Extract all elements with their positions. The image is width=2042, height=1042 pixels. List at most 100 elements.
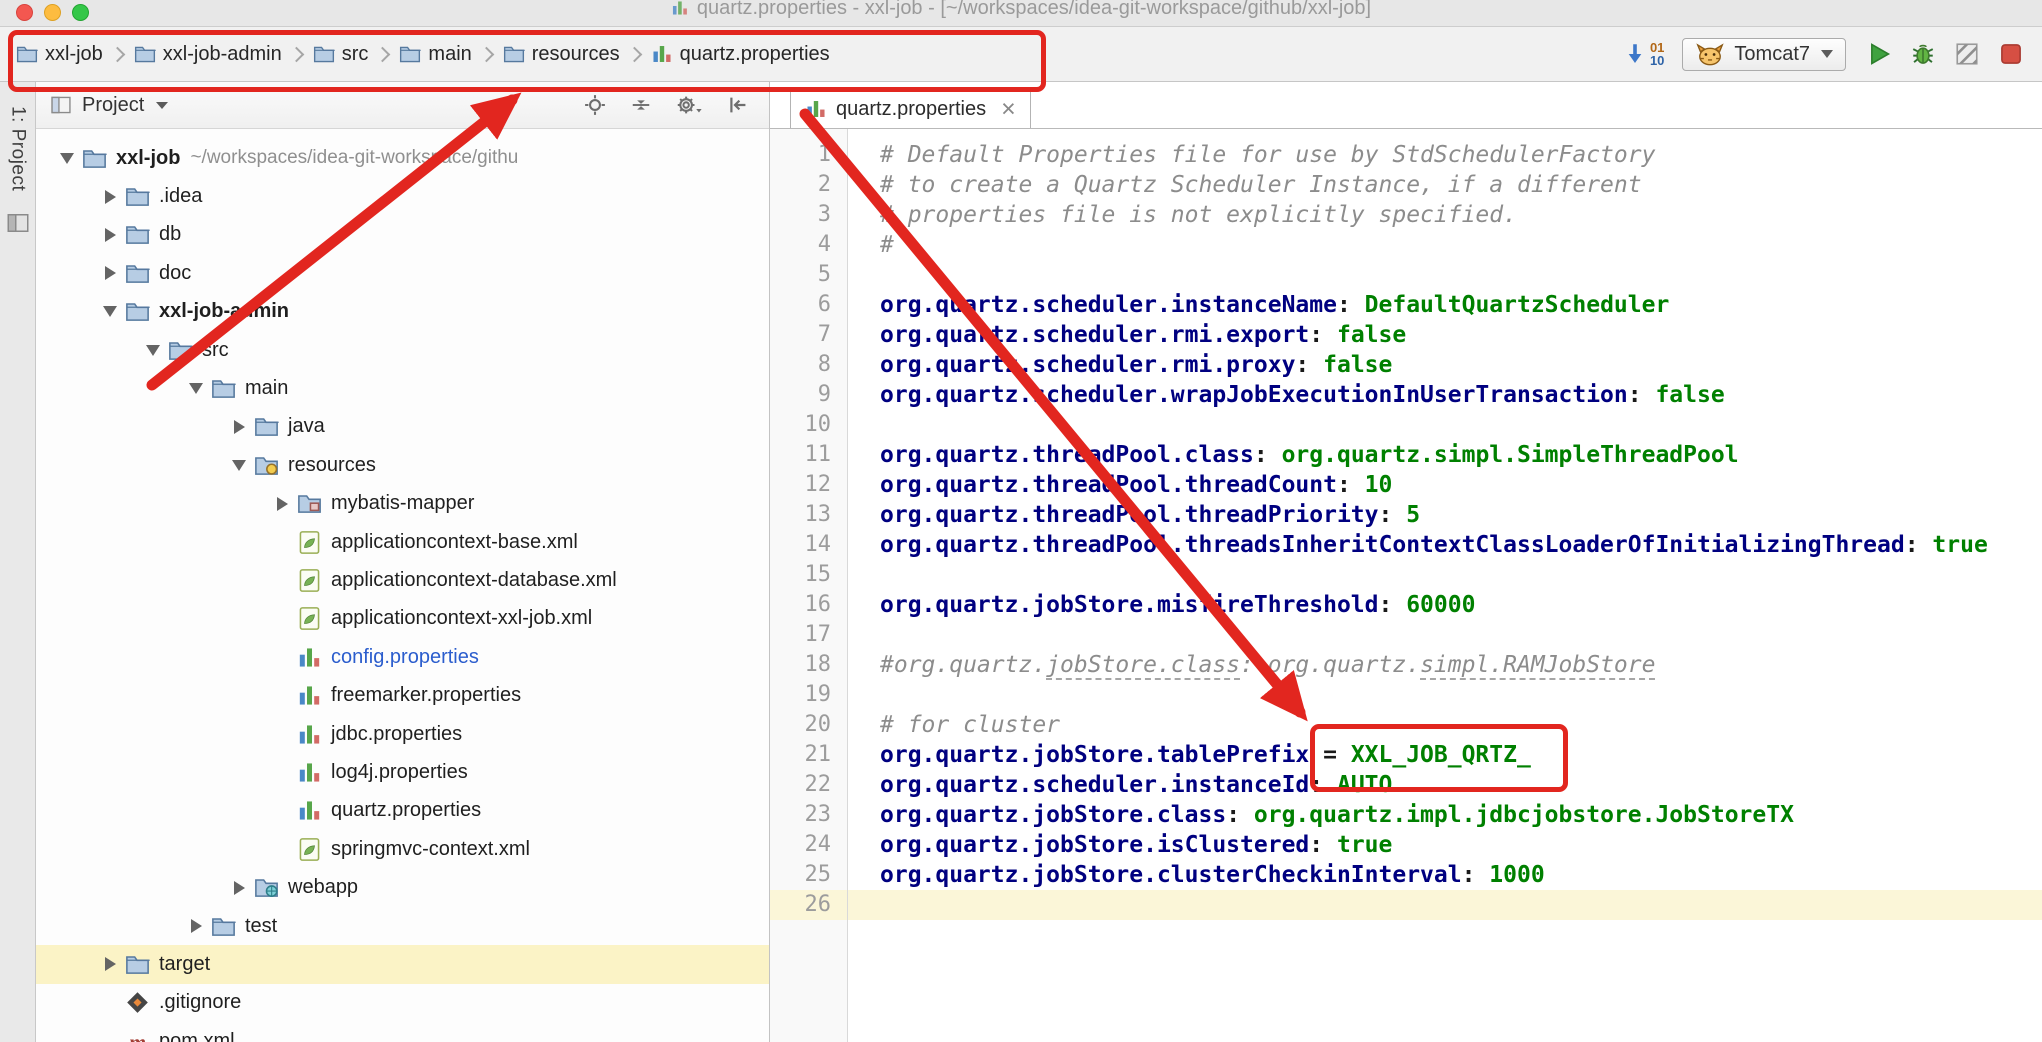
folder-icon [254, 414, 279, 439]
tab-quartz-properties[interactable]: quartz.properties × [790, 89, 1031, 128]
breadcrumb-src[interactable]: src [313, 43, 369, 66]
tree-chevron-down-icon[interactable] [52, 153, 82, 164]
tree-item-db[interactable]: db [36, 216, 769, 254]
tree-item-java[interactable]: java [36, 408, 769, 446]
tree-item-jdbc.properties[interactable]: jdbc.properties [36, 715, 769, 753]
locate-button[interactable] [584, 94, 606, 116]
tree-chevron-right-icon[interactable] [224, 420, 254, 434]
tree-item-config.properties[interactable]: config.properties [36, 638, 769, 676]
code-line-17[interactable] [848, 620, 2042, 650]
tree-item-springmvc-context.xml[interactable]: springmvc-context.xml [36, 830, 769, 868]
editor-tabs: quartz.properties × [770, 82, 2042, 129]
tree-item-src[interactable]: src [36, 331, 769, 369]
collapse-all-button[interactable] [630, 94, 652, 116]
code-token: #org.quartz. [880, 652, 1046, 678]
debug-button[interactable] [1908, 39, 1938, 69]
tree-item-test[interactable]: test [36, 907, 769, 945]
run-configuration-select[interactable]: Tomcat7 [1682, 38, 1846, 71]
tree-chevron-right-icon[interactable] [95, 957, 125, 971]
hide-button[interactable] [727, 94, 749, 116]
close-tab-icon[interactable]: × [1001, 97, 1016, 122]
project-panel-title[interactable]: Project [82, 94, 144, 117]
properties-icon [297, 683, 322, 708]
code-line-4[interactable]: # [848, 230, 2042, 260]
tree-item-applicationcontext-xxl-job.xml[interactable]: applicationcontext-xxl-job.xml [36, 600, 769, 638]
tree-chevron-right-icon[interactable] [224, 881, 254, 895]
tree-item-quartz.properties[interactable]: quartz.properties [36, 792, 769, 830]
tree-item-webapp[interactable]: webapp [36, 868, 769, 906]
tree-item-.gitignore[interactable]: .gitignore [36, 984, 769, 1022]
code-line-9[interactable]: org.quartz.scheduler.wrapJobExecutionInU… [848, 380, 2042, 410]
tree-item-freemarker.properties[interactable]: freemarker.properties [36, 676, 769, 714]
zoom-window-button[interactable] [72, 4, 89, 21]
panel-view-chevron-icon[interactable] [156, 102, 168, 109]
incoming-changes-indicator[interactable]: 01 10 [1623, 41, 1664, 67]
code-line-21[interactable]: org.quartz.jobStore.tablePrefix = XXL_JO… [848, 740, 2042, 770]
breadcrumb-main[interactable]: main [399, 43, 471, 66]
tree-item-xxl-job[interactable]: xxl-job~/workspaces/idea-git-workspace/g… [36, 139, 769, 177]
tree-item-main[interactable]: main [36, 369, 769, 407]
breadcrumb-quartz.properties[interactable]: quartz.properties [651, 43, 830, 66]
folder-icon [125, 184, 150, 209]
tree-item-resources[interactable]: resources [36, 446, 769, 484]
code-line-12[interactable]: org.quartz.threadPool.threadCount: 10 [848, 470, 2042, 500]
code-line-19[interactable] [848, 680, 2042, 710]
run-button[interactable] [1864, 39, 1894, 69]
line-number: 3 [770, 200, 847, 230]
settings-button[interactable] [676, 94, 703, 116]
stop-icon [1998, 41, 2024, 67]
tree-item-mybatis-mapper[interactable]: mybatis-mapper [36, 485, 769, 523]
tree-chevron-down-icon[interactable] [224, 460, 254, 471]
code-line-10[interactable] [848, 410, 2042, 440]
tree-chevron-down-icon[interactable] [95, 306, 125, 317]
code-line-15[interactable] [848, 560, 2042, 590]
code-line-23[interactable]: org.quartz.jobStore.class: org.quartz.im… [848, 800, 2042, 830]
tree-item-log4j.properties[interactable]: log4j.properties [36, 753, 769, 791]
tree-chevron-right-icon[interactable] [181, 919, 211, 933]
code-line-11[interactable]: org.quartz.threadPool.class: org.quartz.… [848, 440, 2042, 470]
code-line-25[interactable]: org.quartz.jobStore.clusterCheckinInterv… [848, 860, 2042, 890]
tree-item-applicationcontext-database.xml[interactable]: applicationcontext-database.xml [36, 561, 769, 599]
breadcrumb-xxl-job[interactable]: xxl-job [16, 43, 103, 66]
code-line-26[interactable] [848, 890, 2042, 920]
tree-chevron-right-icon[interactable] [95, 190, 125, 204]
code-line-22[interactable]: org.quartz.scheduler.instanceId: AUTO [848, 770, 2042, 800]
code-line-14[interactable]: org.quartz.threadPool.threadsInheritCont… [848, 530, 2042, 560]
run-with-coverage-button[interactable] [1952, 39, 1982, 69]
code-line-13[interactable]: org.quartz.threadPool.threadPriority: 5 [848, 500, 2042, 530]
breadcrumb-xxl-job-admin[interactable]: xxl-job-admin [134, 43, 282, 66]
code-line-5[interactable] [848, 260, 2042, 290]
code-line-1[interactable]: # Default Properties file for use by Std… [848, 140, 2042, 170]
tree-chevron-right-icon[interactable] [95, 228, 125, 242]
stop-button[interactable] [1996, 39, 2026, 69]
close-window-button[interactable] [16, 4, 33, 21]
tree-chevron-right-icon[interactable] [95, 266, 125, 280]
tree-item-applicationcontext-base.xml[interactable]: applicationcontext-base.xml [36, 523, 769, 561]
code-line-20[interactable]: # for cluster [848, 710, 2042, 740]
code-line-7[interactable]: org.quartz.scheduler.rmi.export: false [848, 320, 2042, 350]
breadcrumb-resources[interactable]: resources [503, 43, 620, 66]
code-line-6[interactable]: org.quartz.scheduler.instanceName: Defau… [848, 290, 2042, 320]
project-stripe-button[interactable]: 1: Project [7, 106, 29, 191]
code-line-16[interactable]: org.quartz.jobStore.misfireThreshold: 60… [848, 590, 2042, 620]
tree-item-label: xxl-job-admin [159, 300, 289, 323]
tree-chevron-down-icon[interactable] [181, 383, 211, 394]
minimize-window-button[interactable] [44, 4, 61, 21]
code-line-2[interactable]: # to create a Quartz Scheduler Instance,… [848, 170, 2042, 200]
code-line-18[interactable]: #org.quartz.jobStore.class: org.quartz.s… [848, 650, 2042, 680]
tree-item-doc[interactable]: doc [36, 254, 769, 292]
tree-item-pom.xml[interactable]: mpom.xml [36, 1022, 769, 1042]
editor-code[interactable]: # Default Properties file for use by Std… [848, 129, 2042, 1042]
tree-item-.idea[interactable]: .idea [36, 177, 769, 215]
breadcrumb-label: xxl-job-admin [163, 43, 282, 66]
tree-chevron-down-icon[interactable] [138, 345, 168, 356]
tool-window-icon[interactable] [6, 211, 30, 235]
code-line-8[interactable]: org.quartz.scheduler.rmi.proxy: false [848, 350, 2042, 380]
code-line-24[interactable]: org.quartz.jobStore.isClustered: true [848, 830, 2042, 860]
folder-web-icon [254, 875, 279, 900]
tree-item-xxl-job-admin[interactable]: xxl-job-admin [36, 293, 769, 331]
tree-item-target[interactable]: target [36, 945, 769, 983]
code-token: # for cluster [880, 712, 1060, 738]
tree-chevron-right-icon[interactable] [267, 497, 297, 511]
code-line-3[interactable]: # properties file is not explicitly spec… [848, 200, 2042, 230]
